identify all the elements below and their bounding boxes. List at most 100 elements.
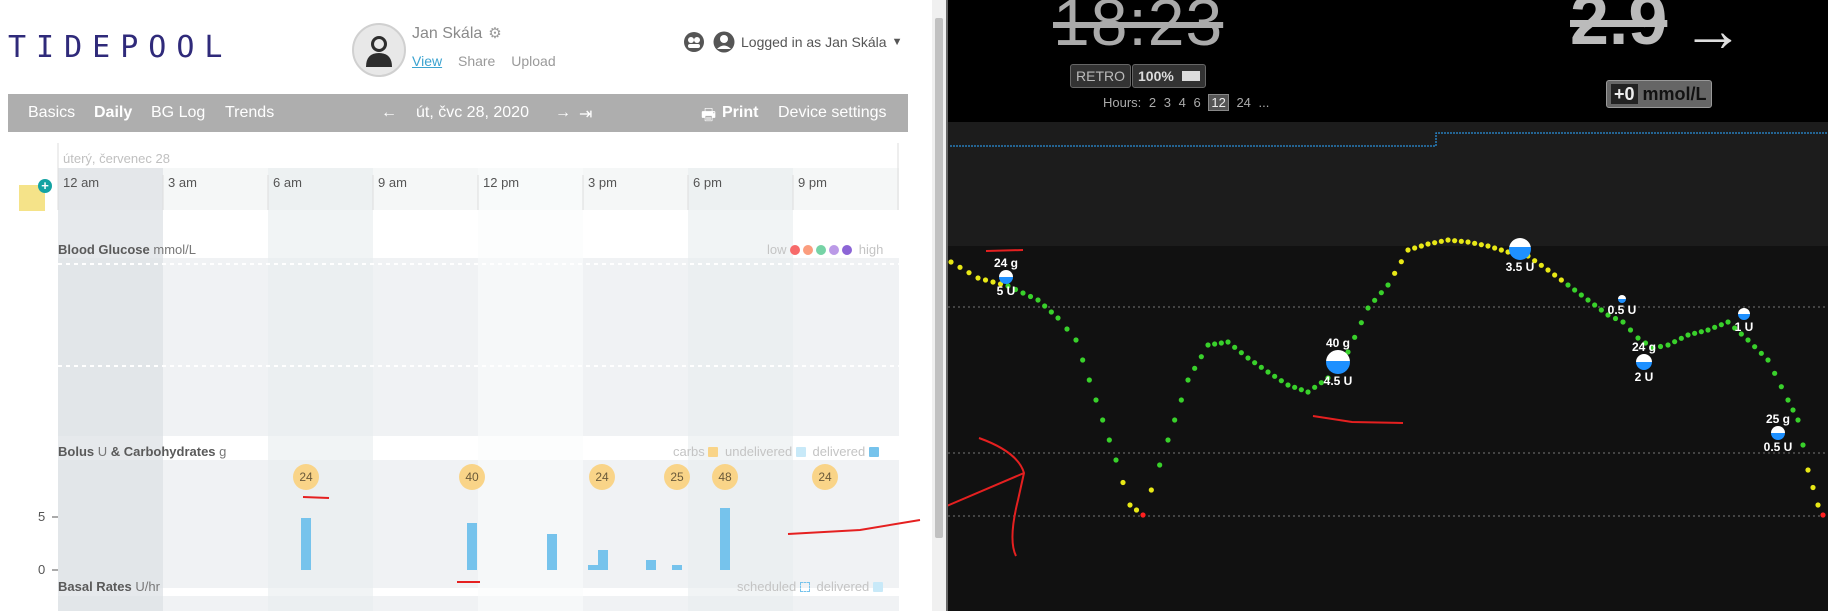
glucose-reading xyxy=(1238,350,1244,356)
glucose-reading xyxy=(1452,238,1458,244)
glucose-reading xyxy=(1592,302,1598,308)
hours-option[interactable]: 2 xyxy=(1149,95,1156,110)
glucose-reading xyxy=(1212,341,1218,347)
glucose-reading xyxy=(1048,309,1054,315)
treatment-marker[interactable]: 40 g 4.5 U xyxy=(1318,336,1358,388)
glucose-reading xyxy=(1272,373,1278,379)
treatment-insulin: 0.5 U xyxy=(1607,303,1637,317)
glucose-reading xyxy=(1810,484,1816,491)
glucose-reading xyxy=(1572,287,1578,293)
hours-option[interactable]: 6 xyxy=(1194,95,1201,110)
treatment-marker[interactable]: 1 U xyxy=(1724,308,1764,334)
hours-option[interactable]: 24 xyxy=(1236,95,1250,110)
battery-badge: 100% xyxy=(1132,64,1206,88)
delta-value: +0 xyxy=(1611,84,1638,104)
treatment-marker[interactable]: 3.5 U xyxy=(1500,238,1540,274)
glucose-reading xyxy=(957,264,963,270)
glucose-reading xyxy=(948,259,954,265)
glucose-reading xyxy=(1148,487,1154,493)
glucose-reading xyxy=(1425,241,1431,247)
glucose-reading xyxy=(1458,238,1464,244)
scrollbar-thumb[interactable] xyxy=(935,18,943,538)
glucose-reading xyxy=(1772,370,1778,376)
treatment-insulin: 5 U xyxy=(996,284,1016,298)
glucose-reading xyxy=(1478,242,1484,248)
glucose-reading xyxy=(1578,292,1584,298)
glucose-reading xyxy=(1178,397,1184,403)
glucose-reading xyxy=(1465,239,1471,245)
glucose-reading xyxy=(1080,357,1086,363)
glucose-reading xyxy=(1035,297,1041,303)
glucose-reading xyxy=(1685,332,1691,338)
glucose-reading xyxy=(1232,344,1238,350)
glucose-reading xyxy=(1785,397,1791,403)
hours-option[interactable]: 4 xyxy=(1179,95,1186,110)
glucose-reading xyxy=(1778,384,1784,390)
glucose-reading xyxy=(1225,339,1231,345)
treatment-insulin: 4.5 U xyxy=(1323,374,1353,388)
glucose-reading xyxy=(1815,502,1821,508)
glucose-reading xyxy=(1805,467,1811,473)
glucose-reading xyxy=(1565,282,1571,288)
hours-option[interactable]: 3 xyxy=(1164,95,1171,110)
glucose-reading xyxy=(1552,272,1558,278)
treatment-marker[interactable]: 25 g 0.5 U xyxy=(1758,412,1798,454)
glucose-reading xyxy=(1365,305,1371,311)
glucose-reading xyxy=(1252,360,1258,366)
treatment-insulin: 3.5 U xyxy=(1505,260,1535,274)
glucose-reading xyxy=(1412,245,1418,251)
hours-selector: Hours: 2 3 4 6 12 24 ... xyxy=(1103,94,1270,111)
treatment-insulin-icon xyxy=(1509,238,1531,260)
treatment-marker[interactable]: 24 g 5 U xyxy=(986,256,1026,298)
glucose-reading xyxy=(1705,327,1711,333)
treatment-marker[interactable]: 0.5 U xyxy=(1602,295,1642,317)
glucose-reading xyxy=(1265,369,1271,375)
glucose-reading xyxy=(1418,243,1424,249)
glucose-reading xyxy=(1027,293,1034,300)
glucose-reading xyxy=(1672,339,1678,345)
retro-badge[interactable]: RETRO xyxy=(1070,64,1131,88)
glucose-reading xyxy=(1245,355,1251,361)
red-annotation-marks xyxy=(302,496,921,583)
glucose-reading xyxy=(1678,335,1684,341)
glucose-reading xyxy=(1712,324,1718,330)
glucose-reading xyxy=(1472,240,1478,246)
battery-icon xyxy=(1181,71,1200,81)
scrollbar[interactable] xyxy=(932,0,946,611)
battery-level: 100% xyxy=(1138,68,1174,84)
hours-option[interactable]: ... xyxy=(1259,95,1270,110)
glucose-reading xyxy=(1120,479,1126,486)
treatment-insulin-icon xyxy=(999,270,1013,284)
glucose-reading xyxy=(1392,270,1398,276)
glucose-reading xyxy=(1055,315,1061,321)
treatment-carbs: 25 g xyxy=(1765,412,1790,426)
glucose-reading xyxy=(1086,377,1092,383)
glucose-reading xyxy=(1073,337,1079,343)
trend-arrow-icon: → xyxy=(1682,0,1744,65)
glucose-reading xyxy=(975,275,981,281)
glucose-reading xyxy=(1620,319,1626,325)
glucose-reading xyxy=(1627,327,1634,333)
glucose-reading xyxy=(1165,437,1171,443)
hours-option-active[interactable]: 12 xyxy=(1208,94,1229,111)
glucose-reading xyxy=(1312,384,1318,390)
glucose-reading xyxy=(1405,247,1411,253)
glucose-reading xyxy=(1585,297,1591,303)
treatment-insulin-icon xyxy=(1618,295,1626,303)
treatment-carbs: 24 g xyxy=(1631,340,1656,354)
tidepool-panel: TIDEPOOL Jan Skála ⚙ View Share Upload Lo… xyxy=(0,0,932,611)
delta-badge: +0 mmol/L xyxy=(1606,80,1712,108)
treatment-marker[interactable]: 24 g 2 U xyxy=(1624,340,1664,384)
glucose-reading xyxy=(1100,417,1106,423)
current-glucose: 2.9 xyxy=(1570,0,1668,59)
treatment-carbs: 24 g xyxy=(993,256,1018,270)
glucose-reading xyxy=(1358,320,1364,326)
glucose-reading xyxy=(1438,238,1444,244)
glucose-reading xyxy=(1305,389,1311,395)
glucose-reading xyxy=(1372,297,1378,303)
glucose-reading xyxy=(1042,303,1048,309)
treatment-insulin: 0.5 U xyxy=(1763,440,1793,454)
glucose-reading xyxy=(1157,462,1163,468)
glucose-reading xyxy=(1064,326,1070,332)
treatment-insulin-icon xyxy=(1771,426,1785,440)
